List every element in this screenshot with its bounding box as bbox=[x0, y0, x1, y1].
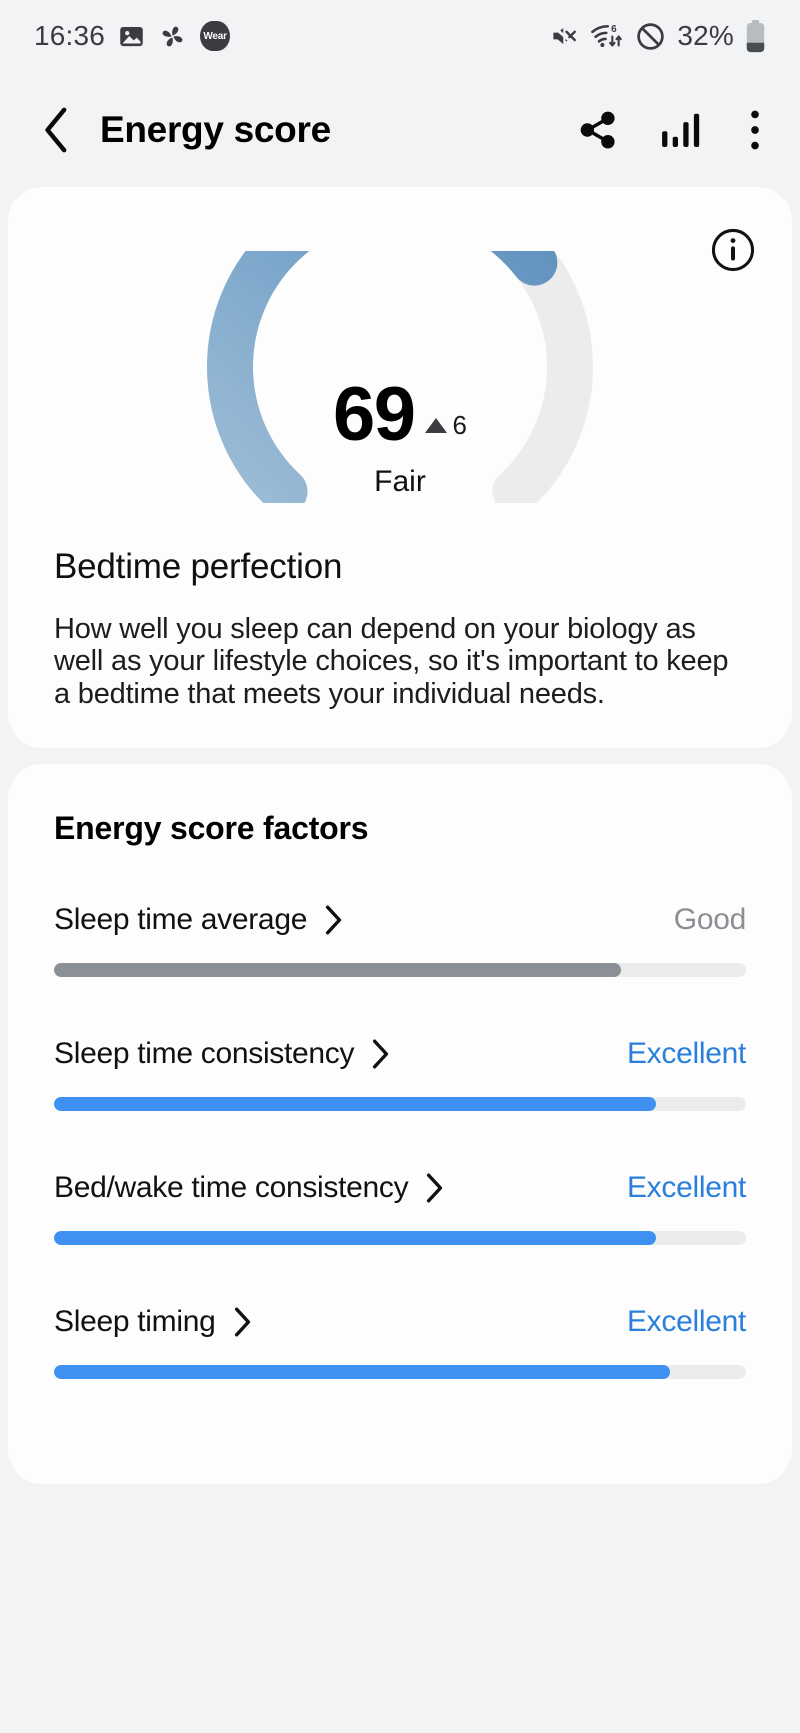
gauge-center-readout: 69 6 Fair bbox=[180, 372, 620, 499]
factor-bar-fill bbox=[54, 1097, 657, 1112]
energy-score-screen: 16:36 Wear 6 32% Energy score 69 6 Fair … bbox=[0, 0, 800, 1733]
factor-header[interactable]: Sleep timing Excellent bbox=[54, 1305, 746, 1339]
chevron-right-icon[interactable] bbox=[232, 1306, 254, 1338]
factor-bar-track bbox=[54, 963, 746, 978]
factor-bar-track bbox=[54, 1365, 746, 1380]
factor-header[interactable]: Sleep time average Good bbox=[54, 903, 746, 937]
factor-rating: Excellent bbox=[626, 1037, 746, 1071]
do-not-disturb-icon bbox=[635, 21, 666, 52]
score-delta: 6 bbox=[424, 410, 467, 441]
score-delta-value: 6 bbox=[452, 410, 467, 441]
factor-bar-fill bbox=[54, 1365, 670, 1380]
factor-list: Sleep time average Good Sleep time consist… bbox=[54, 903, 746, 1380]
hero-title: Bedtime perfection bbox=[54, 547, 343, 586]
status-bar-left: 16:36 Wear bbox=[34, 20, 231, 52]
battery-icon bbox=[745, 19, 766, 53]
factor-row[interactable]: Sleep timing Excellent bbox=[54, 1305, 746, 1380]
chevron-right-icon[interactable] bbox=[370, 1038, 392, 1070]
status-time: 16:36 bbox=[34, 20, 106, 51]
image-icon bbox=[118, 23, 145, 50]
share-button[interactable] bbox=[576, 108, 620, 152]
factor-bar-track bbox=[54, 1231, 746, 1246]
score-line: 69 6 bbox=[180, 372, 620, 457]
energy-score-hero-card: 69 6 Fair Bedtime perfection How well yo… bbox=[8, 187, 792, 749]
factor-row[interactable]: Sleep time average Good bbox=[54, 903, 746, 978]
factor-rating: Excellent bbox=[626, 1171, 746, 1205]
back-button[interactable] bbox=[34, 103, 78, 157]
back-chevron-icon bbox=[43, 107, 69, 153]
svg-text:6: 6 bbox=[611, 24, 617, 35]
factor-rating: Excellent bbox=[626, 1305, 746, 1339]
app-bar-actions bbox=[576, 108, 770, 152]
factor-header[interactable]: Sleep time consistency Excellent bbox=[54, 1037, 746, 1071]
wear-badge: Wear bbox=[200, 21, 231, 51]
bar-chart-button[interactable] bbox=[658, 109, 702, 151]
factor-bar-fill bbox=[54, 1231, 657, 1246]
chevron-right-icon[interactable] bbox=[424, 1172, 446, 1204]
triangle-up-icon bbox=[424, 418, 447, 434]
hero-body: How well you sleep can depend on your bi… bbox=[54, 613, 729, 710]
pinwheel-icon bbox=[158, 22, 187, 51]
factor-row[interactable]: Bed/wake time consistency Excellent bbox=[54, 1171, 746, 1246]
app-bar: Energy score bbox=[0, 72, 800, 187]
energy-score-factors-card: Energy score factors Sleep time average G… bbox=[8, 764, 792, 1485]
mute-icon bbox=[549, 21, 579, 51]
factor-label: Sleep time average bbox=[54, 903, 308, 937]
status-bar: 16:36 Wear 6 32% bbox=[0, 0, 800, 72]
factor-bar-track bbox=[54, 1097, 746, 1112]
energy-score-gauge: 69 6 Fair bbox=[180, 251, 620, 503]
chevron-right-icon[interactable] bbox=[323, 904, 345, 936]
overflow-menu-button[interactable] bbox=[740, 108, 770, 152]
factor-header[interactable]: Bed/wake time consistency Excellent bbox=[54, 1171, 746, 1205]
factors-title: Energy score factors bbox=[54, 810, 369, 847]
factor-label: Sleep time consistency bbox=[54, 1037, 355, 1071]
factor-label: Sleep timing bbox=[54, 1305, 216, 1339]
energy-score-value: 69 bbox=[332, 372, 416, 457]
factor-rating: Good bbox=[673, 903, 747, 937]
info-button[interactable] bbox=[710, 227, 756, 273]
factor-row[interactable]: Sleep time consistency Excellent bbox=[54, 1037, 746, 1112]
battery-percent: 32% bbox=[677, 20, 734, 51]
wifi6-icon: 6 bbox=[590, 21, 624, 51]
info-icon bbox=[710, 227, 756, 273]
page-title: Energy score bbox=[100, 108, 331, 150]
energy-score-rating: Fair bbox=[374, 465, 426, 499]
factor-bar-fill bbox=[54, 963, 622, 978]
status-bar-right: 6 32% bbox=[549, 19, 766, 53]
hero-text: Bedtime perfection How well you sleep ca… bbox=[8, 547, 792, 710]
factor-label: Bed/wake time consistency bbox=[54, 1171, 409, 1205]
